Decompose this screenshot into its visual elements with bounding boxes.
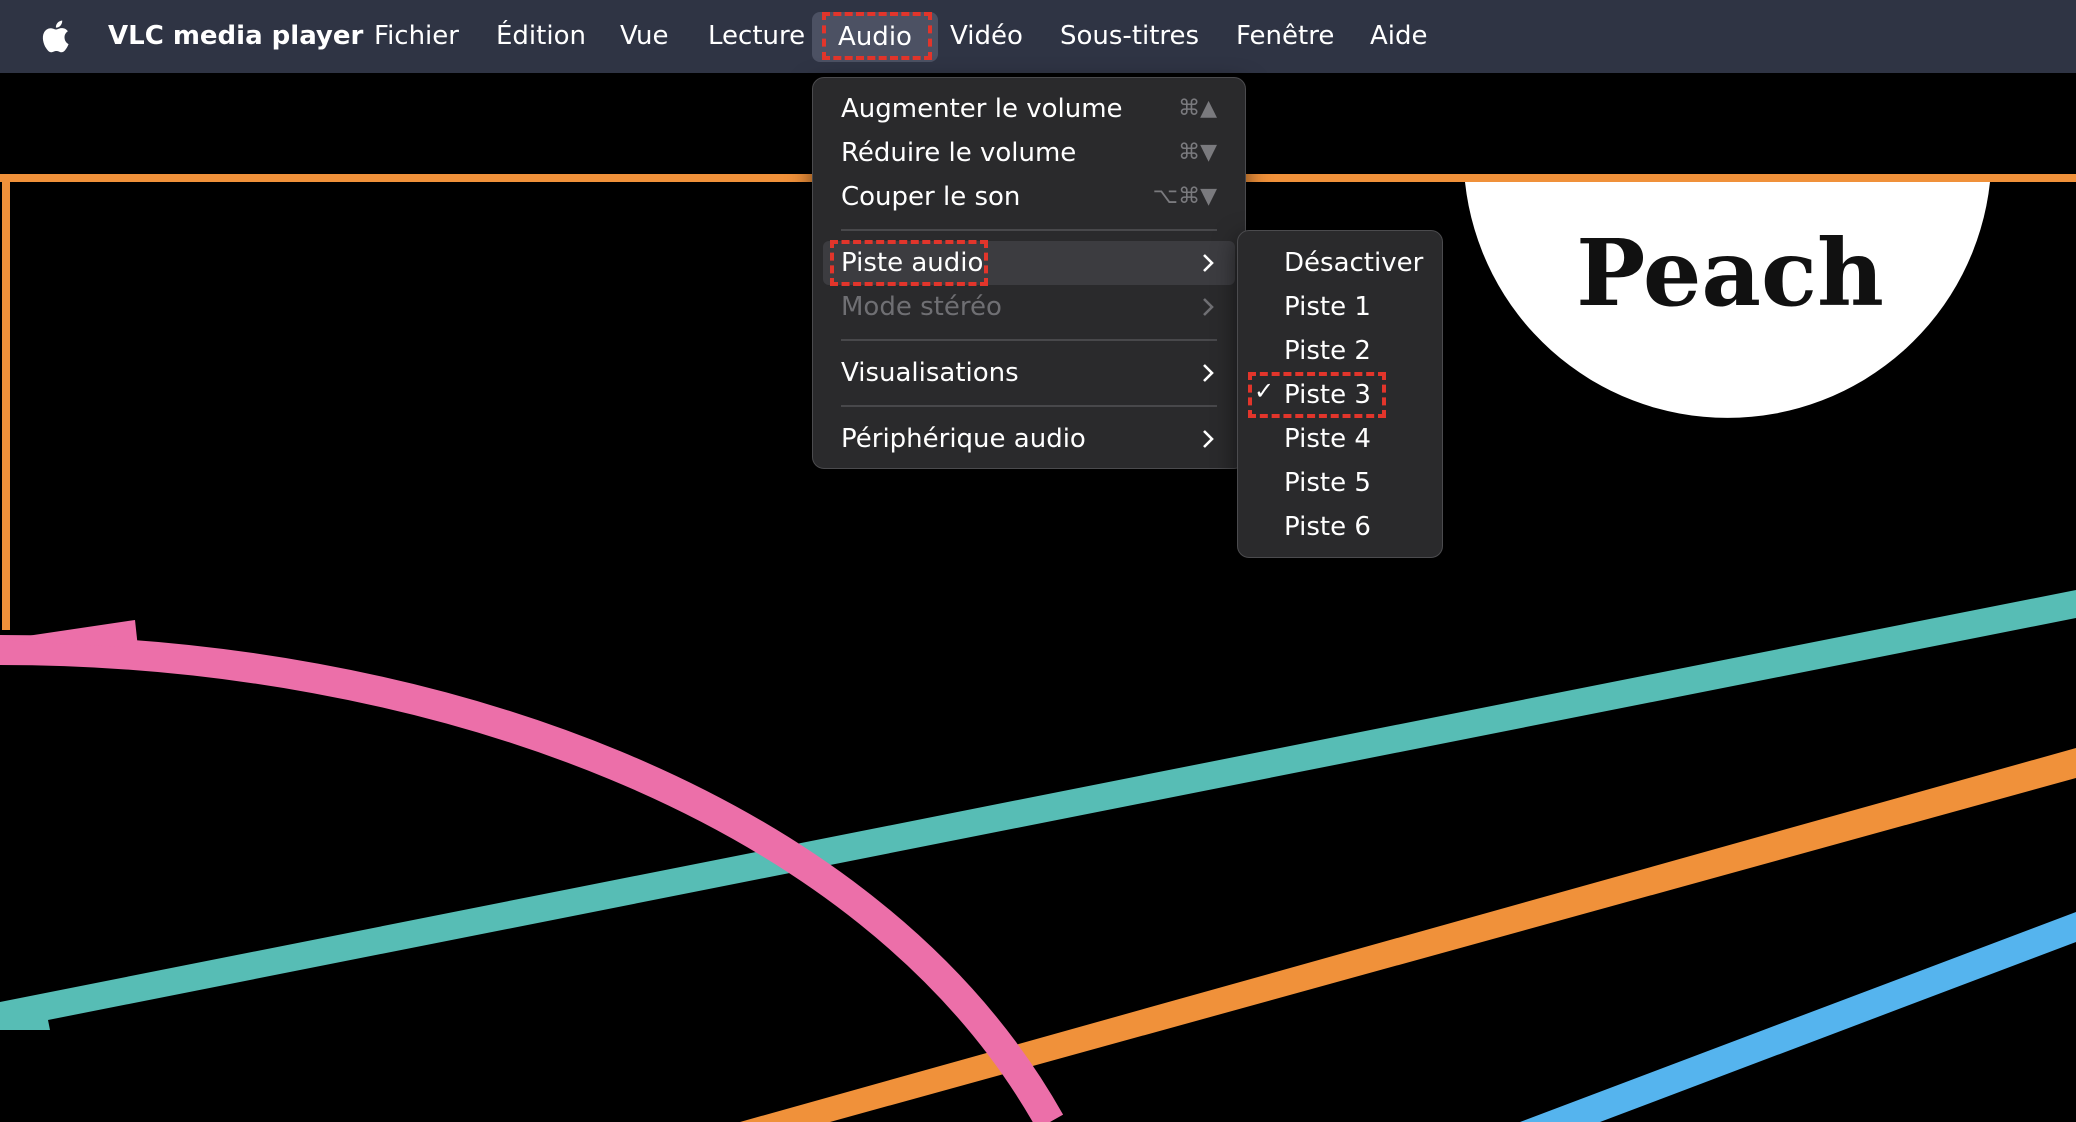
shortcut-reduire-volume: ⌘▼ bbox=[1178, 140, 1217, 165]
menu-separator bbox=[841, 339, 1217, 341]
shortcut-couper-son: ⌥⌘▼ bbox=[1152, 184, 1217, 209]
track-item-piste-6[interactable]: Piste 6 bbox=[1284, 507, 1371, 547]
menu-fichier[interactable]: Fichier bbox=[374, 0, 459, 73]
chevron-right-icon bbox=[1203, 254, 1214, 272]
track-item-piste-1[interactable]: Piste 1 bbox=[1284, 287, 1371, 327]
track-item-piste-3[interactable]: Piste 3 bbox=[1284, 375, 1371, 415]
audio-dropdown: Augmenter le volume ⌘▲ Réduire le volume… bbox=[812, 77, 1246, 469]
shortcut-augmenter-volume: ⌘▲ bbox=[1178, 96, 1217, 121]
menu-lecture[interactable]: Lecture bbox=[708, 0, 805, 73]
menu-item-augmenter-volume[interactable]: Augmenter le volume bbox=[841, 89, 1123, 129]
audio-track-submenu: Désactiver Piste 1 Piste 2 ✓ Piste 3 Pis… bbox=[1237, 230, 1443, 558]
chevron-right-icon bbox=[1203, 430, 1214, 448]
menu-item-piste-audio[interactable]: Piste audio bbox=[841, 243, 983, 283]
menu-item-mode-stereo: Mode stéréo bbox=[841, 292, 1002, 322]
menu-item-visualisations[interactable]: Visualisations bbox=[841, 353, 1019, 393]
menu-item-couper-son[interactable]: Couper le son bbox=[841, 177, 1020, 217]
track-item-piste-5[interactable]: Piste 5 bbox=[1284, 463, 1371, 503]
menu-sous-titres[interactable]: Sous-titres bbox=[1060, 0, 1199, 73]
track-item-desactiver[interactable]: Désactiver bbox=[1284, 243, 1423, 283]
menu-separator bbox=[841, 405, 1217, 407]
menu-separator bbox=[841, 229, 1217, 231]
menu-item-reduire-volume[interactable]: Réduire le volume bbox=[841, 133, 1076, 173]
menu-aide[interactable]: Aide bbox=[1370, 0, 1428, 73]
logo-text: Peach bbox=[1576, 219, 1884, 327]
app-name-menu[interactable]: VLC media player bbox=[108, 0, 363, 73]
menu-fenetre[interactable]: Fenêtre bbox=[1236, 0, 1334, 73]
menu-edition[interactable]: Édition bbox=[496, 0, 586, 73]
chevron-right-icon bbox=[1203, 298, 1214, 316]
menu-vue[interactable]: Vue bbox=[620, 0, 669, 73]
apple-icon[interactable] bbox=[40, 18, 70, 54]
checkmark-icon: ✓ bbox=[1254, 377, 1275, 405]
menu-audio[interactable]: Audio bbox=[812, 12, 938, 62]
menu-bar: VLC media player Fichier Édition Vue Lec… bbox=[0, 0, 2076, 73]
track-item-piste-2[interactable]: Piste 2 bbox=[1284, 331, 1371, 371]
chevron-right-icon bbox=[1203, 364, 1214, 382]
track-item-piste-4[interactable]: Piste 4 bbox=[1284, 419, 1371, 459]
menu-video[interactable]: Vidéo bbox=[950, 0, 1023, 73]
menu-item-peripherique-audio[interactable]: Périphérique audio bbox=[841, 419, 1086, 459]
